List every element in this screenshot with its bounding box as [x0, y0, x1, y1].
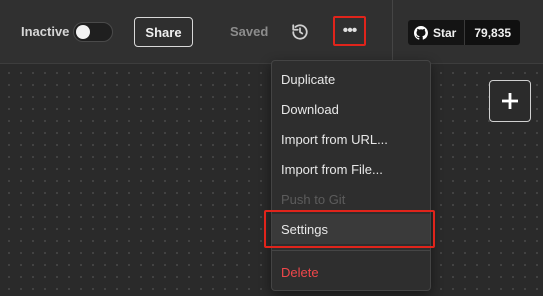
- menu-item-settings[interactable]: Settings: [272, 214, 430, 244]
- menu-item-push-to-git: Push to Git: [281, 191, 346, 207]
- menu-item-import-file[interactable]: Import from File...: [272, 154, 430, 184]
- more-options-button[interactable]: •••: [333, 16, 366, 46]
- header-bar: Inactive Share Saved ••• Star 79,835: [0, 0, 543, 64]
- history-icon[interactable]: [291, 23, 309, 41]
- github-star-label: Star: [433, 25, 457, 40]
- menu-item-delete[interactable]: Delete: [272, 257, 430, 287]
- github-star-button[interactable]: Star: [408, 20, 466, 45]
- menu-separator: [272, 250, 430, 251]
- active-toggle[interactable]: [73, 22, 113, 42]
- toggle-knob: [76, 25, 90, 39]
- share-button[interactable]: Share: [134, 17, 193, 47]
- more-options-menu: Duplicate Download Import from URL... Im…: [271, 60, 431, 291]
- plus-icon: [502, 93, 518, 109]
- github-icon: [414, 25, 428, 40]
- github-star-count[interactable]: 79,835: [465, 20, 521, 45]
- github-star-widget[interactable]: Star 79,835: [408, 20, 521, 45]
- header-divider: [392, 0, 393, 64]
- menu-item-duplicate[interactable]: Duplicate: [272, 64, 430, 94]
- menu-item-download[interactable]: Download: [272, 94, 430, 124]
- saved-status: Saved: [230, 24, 269, 39]
- menu-item-import-url[interactable]: Import from URL...: [272, 124, 430, 154]
- workflow-status-label: Inactive: [21, 24, 70, 39]
- add-node-button[interactable]: [489, 80, 531, 122]
